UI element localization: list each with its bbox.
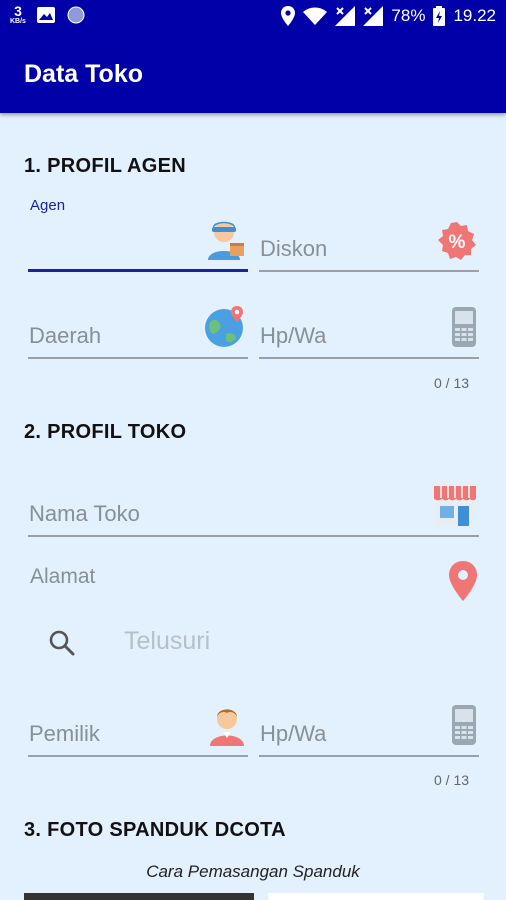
battery-charging-icon xyxy=(433,6,446,26)
pemilik-placeholder: Pemilik xyxy=(29,721,100,746)
store-icon xyxy=(433,484,477,531)
network-speed-value: 3 xyxy=(14,3,22,19)
circle-notification-icon xyxy=(67,6,85,23)
agen-hpwa-field[interactable]: Hp/Wa xyxy=(259,307,479,359)
spanduk-photo-right[interactable] xyxy=(268,893,484,900)
mobile-phone-icon xyxy=(451,306,477,353)
gallery-notification-icon xyxy=(36,6,55,23)
search-icon[interactable] xyxy=(48,629,76,657)
page-title: Data Toko xyxy=(24,60,143,88)
daerah-field[interactable]: Daerah xyxy=(28,306,248,359)
agen-field[interactable] xyxy=(28,221,248,272)
globe-location-icon xyxy=(204,306,246,353)
agen-field-label: Agen xyxy=(30,197,66,214)
spanduk-photo-left[interactable] xyxy=(24,893,254,900)
mobile-phone-icon xyxy=(451,704,477,751)
network-speed: 3 KB/s xyxy=(10,4,26,25)
pemilik-field[interactable]: Pemilik xyxy=(28,709,248,757)
agent-icon xyxy=(206,218,246,265)
svg-text:%: % xyxy=(449,232,466,253)
battery-percent: 78% xyxy=(391,6,426,25)
alamat-label: Alamat xyxy=(30,565,96,588)
diskon-placeholder: Diskon xyxy=(260,236,328,261)
search-input[interactable]: Telusuri xyxy=(124,627,210,656)
daerah-placeholder: Daerah xyxy=(29,323,102,348)
agen-hpwa-counter: 0 / 13 xyxy=(434,375,470,391)
toko-hpwa-counter: 0 / 13 xyxy=(434,772,470,788)
clock: 19.22 xyxy=(453,6,496,25)
agen-hpwa-placeholder: Hp/Wa xyxy=(260,323,327,348)
status-bar: 3 KB/s 78% 19.22 xyxy=(0,0,506,36)
nama-toko-field[interactable]: Nama Toko xyxy=(28,486,479,537)
network-speed-unit: KB/s xyxy=(10,18,26,25)
location-pin-icon xyxy=(449,561,477,601)
location-status-icon xyxy=(281,6,296,26)
signal-2-icon xyxy=(363,6,384,26)
signal-1-icon xyxy=(335,6,356,26)
toko-hpwa-field[interactable]: Hp/Wa xyxy=(259,705,479,757)
section-title-profil-toko: 2. PROFIL TOKO xyxy=(24,421,187,443)
discount-icon: % xyxy=(437,221,477,266)
app-bar: Data Toko xyxy=(0,36,506,113)
owner-avatar-icon xyxy=(208,704,246,751)
toko-hpwa-placeholder: Hp/Wa xyxy=(260,721,327,746)
section-title-profil-agen: 1. PROFIL AGEN xyxy=(24,155,187,177)
nama-toko-placeholder: Nama Toko xyxy=(29,501,140,526)
diskon-field[interactable]: Diskon % xyxy=(259,222,479,272)
section-title-foto-spanduk: 3. FOTO SPANDUK DCOTA xyxy=(24,819,286,841)
wifi-icon xyxy=(303,7,328,25)
address-search-bar[interactable]: Telusuri xyxy=(30,615,470,669)
spanduk-caption: Cara Pemasangan Spanduk xyxy=(146,862,360,881)
